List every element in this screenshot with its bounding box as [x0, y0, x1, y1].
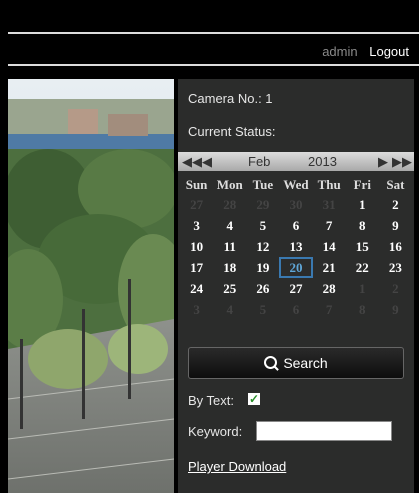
- camera-number: Camera No.: 1: [188, 91, 273, 106]
- calendar-day[interactable]: 8: [346, 299, 379, 320]
- calendar-day[interactable]: 27: [279, 278, 312, 299]
- weekday-header: Tue: [252, 176, 274, 192]
- calendar-day[interactable]: 17: [180, 257, 213, 278]
- weekday-header: Sun: [185, 176, 208, 192]
- weekday-header: Mon: [216, 176, 243, 192]
- weekday-header: Thu: [317, 176, 341, 192]
- calendar-day[interactable]: 8: [346, 215, 379, 236]
- camera-video-feed[interactable]: [8, 79, 174, 493]
- calendar-week: 17 18 19 20 21 22 23: [180, 257, 412, 278]
- username: admin: [322, 44, 358, 59]
- calendar-day[interactable]: 29: [246, 194, 279, 215]
- calendar-day[interactable]: 13: [279, 236, 312, 257]
- calendar-day[interactable]: 18: [213, 257, 246, 278]
- calendar-day[interactable]: 10: [180, 236, 213, 257]
- calendar-year: 2013: [308, 154, 337, 169]
- calendar-day[interactable]: 20: [279, 257, 313, 278]
- search-label: Search: [283, 355, 328, 371]
- top-bar: [0, 0, 419, 70]
- calendar-day[interactable]: 30: [279, 194, 312, 215]
- calendar-day[interactable]: 16: [379, 236, 412, 257]
- calendar-day[interactable]: 6: [279, 215, 312, 236]
- playback-panel: Camera No.: 1 Current Status: ◀◀ ◀ Feb 2…: [178, 79, 414, 493]
- by-text-label: By Text:: [188, 393, 235, 408]
- keyword-label: Keyword:: [188, 424, 243, 439]
- calendar-day[interactable]: 4: [213, 299, 246, 320]
- next-year-icon[interactable]: ▶▶: [392, 154, 412, 170]
- current-status: Current Status:: [188, 124, 276, 139]
- prev-month-icon[interactable]: ◀: [202, 154, 212, 170]
- calendar-day[interactable]: 4: [213, 215, 246, 236]
- calendar-day[interactable]: 6: [279, 299, 312, 320]
- calendar-week: 3456789: [180, 299, 412, 320]
- calendar-day[interactable]: 7: [313, 299, 346, 320]
- calendar-day[interactable]: 1: [346, 278, 379, 299]
- search-icon: [264, 355, 278, 369]
- calendar-day[interactable]: 26: [246, 278, 279, 299]
- calendar-day[interactable]: 2: [379, 194, 412, 215]
- calendar-day[interactable]: 24: [180, 278, 213, 299]
- calendar-day[interactable]: 9: [379, 215, 412, 236]
- calendar-day[interactable]: 22: [346, 257, 379, 278]
- calendar-week: 3456789: [180, 215, 412, 236]
- calendar-day[interactable]: 14: [313, 236, 346, 257]
- calendar-day[interactable]: 2: [379, 278, 412, 299]
- calendar-day[interactable]: 5: [246, 215, 279, 236]
- calendar-day[interactable]: 19: [246, 257, 279, 278]
- calendar-month: Feb: [248, 154, 271, 169]
- calendar-day[interactable]: 9: [379, 299, 412, 320]
- calendar-week: 10 11 12 13 14 15 16: [180, 236, 412, 257]
- player-download-link[interactable]: Player Download: [188, 459, 286, 474]
- calendar-day[interactable]: 31: [313, 194, 346, 215]
- calendar-day[interactable]: 3: [180, 215, 213, 236]
- calendar-week: 24 25 26 27 28 1 2: [180, 278, 412, 299]
- calendar-day[interactable]: 23: [379, 257, 412, 278]
- search-button[interactable]: Search: [188, 347, 404, 379]
- calendar-day[interactable]: 27: [180, 194, 213, 215]
- calendar-day[interactable]: 11: [213, 236, 246, 257]
- keyword-input[interactable]: [256, 421, 392, 441]
- calendar-week: 27 28 29 30 31 1 2: [180, 194, 412, 215]
- weekday-header: Fri: [353, 176, 371, 192]
- weekday-header: Sat: [386, 176, 405, 192]
- calendar-day[interactable]: 21: [313, 257, 346, 278]
- calendar-grid: Sun Mon Tue Wed Thu Fri Sat 27 28 29 30 31 1 2 3 4 5 6 7 8…: [180, 175, 412, 320]
- calendar-day[interactable]: 28: [213, 194, 246, 215]
- calendar-day[interactable]: 25: [213, 278, 246, 299]
- calendar-day[interactable]: 12: [246, 236, 279, 257]
- calendar-day[interactable]: 7: [313, 215, 346, 236]
- calendar-day[interactable]: 15: [346, 236, 379, 257]
- top-divider: [8, 32, 419, 34]
- calendar-nav: ◀◀ ◀ Feb 2013 ▶ ▶▶: [178, 152, 414, 171]
- by-text-checkbox[interactable]: ✓: [248, 393, 260, 405]
- logout-link[interactable]: Logout: [369, 44, 409, 59]
- header-divider: [8, 64, 419, 66]
- weekday-header: Wed: [283, 176, 309, 192]
- next-month-icon[interactable]: ▶: [378, 154, 388, 170]
- calendar-day[interactable]: 3: [180, 299, 213, 320]
- calendar-day[interactable]: 5: [246, 299, 279, 320]
- calendar-day[interactable]: 1: [346, 194, 379, 215]
- user-bar: admin Logout: [322, 44, 409, 59]
- prev-year-icon[interactable]: ◀◀: [182, 154, 202, 170]
- calendar-day[interactable]: 28: [313, 278, 346, 299]
